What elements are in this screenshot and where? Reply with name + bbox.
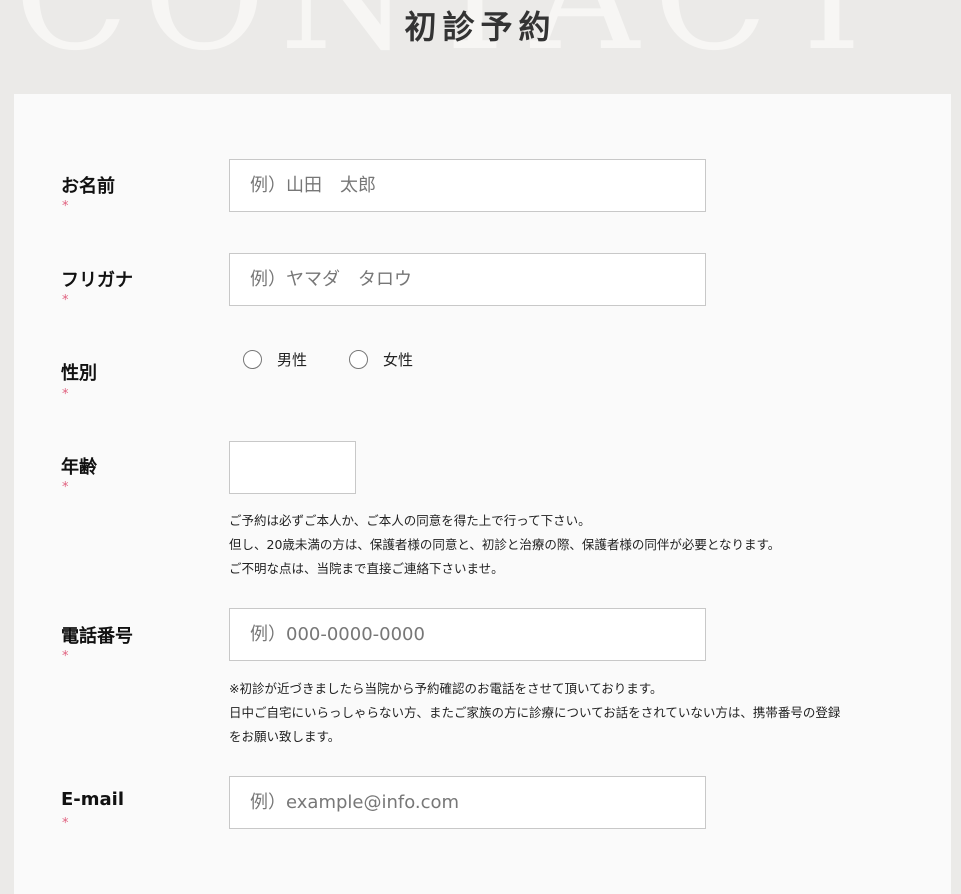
age-label: 年齢 [61,457,97,478]
phone-note-line: 日中ご自宅にいらっしゃらない方、またご家族の方に診療についてお話をされていない方… [229,705,841,720]
gender-radio-group: 男性 女性 [243,349,455,370]
age-note-line: ご予約は必ずご本人か、ご本人の同意を得た上で行って下さい。 [229,513,591,528]
name-required-mark: * [62,199,69,214]
phone-note-line: をお願い致します。 [229,729,341,744]
radio-button-female[interactable] [349,350,369,369]
name-input[interactable] [229,159,706,212]
page-title: 初診予約 [404,8,557,46]
age-required-mark: * [62,480,69,495]
gender-option-label: 女性 [383,351,414,369]
age-notes: ご予約は必ずご本人か、ご本人の同意を得た上で行って下さい。 但し、20歳未満の方… [229,509,780,581]
gender-option-male[interactable]: 男性 [243,349,307,370]
reservation-form: お名前 * フリガナ * 性別 * 男性 女性 年齢 * ご予約は必ずご本人か、… [14,94,951,894]
gender-option-label: 男性 [277,351,308,369]
furigana-label: フリガナ [61,270,133,291]
phone-note-line: ※初診が近づきましたら当院から予約確認のお電話をさせて頂いております。 [229,681,663,696]
radio-button-male[interactable] [243,350,262,369]
phone-input[interactable] [229,608,706,661]
gender-option-female[interactable]: 女性 [349,349,413,370]
furigana-input[interactable] [229,253,706,306]
furigana-required-mark: * [62,293,69,308]
phone-notes: ※初診が近づきましたら当院から予約確認のお電話をさせて頂いております。 日中ご自… [229,677,840,749]
age-note-line: 但し、20歳未満の方は、保護者様の同意と、初診と治療の際、保護者様の同伴が必要と… [229,537,781,552]
age-note-line: ご不明な点は、当院まで直接ご連絡下さいませ。 [229,561,504,576]
email-input[interactable] [229,776,706,829]
email-required-mark: * [62,816,69,831]
phone-label: 電話番号 [61,626,133,647]
gender-label: 性別 [61,363,97,384]
name-label: お名前 [61,176,115,197]
gender-required-mark: * [62,387,69,402]
email-label: E-mail [61,789,125,810]
age-input[interactable] [229,441,356,494]
phone-required-mark: * [62,649,69,664]
